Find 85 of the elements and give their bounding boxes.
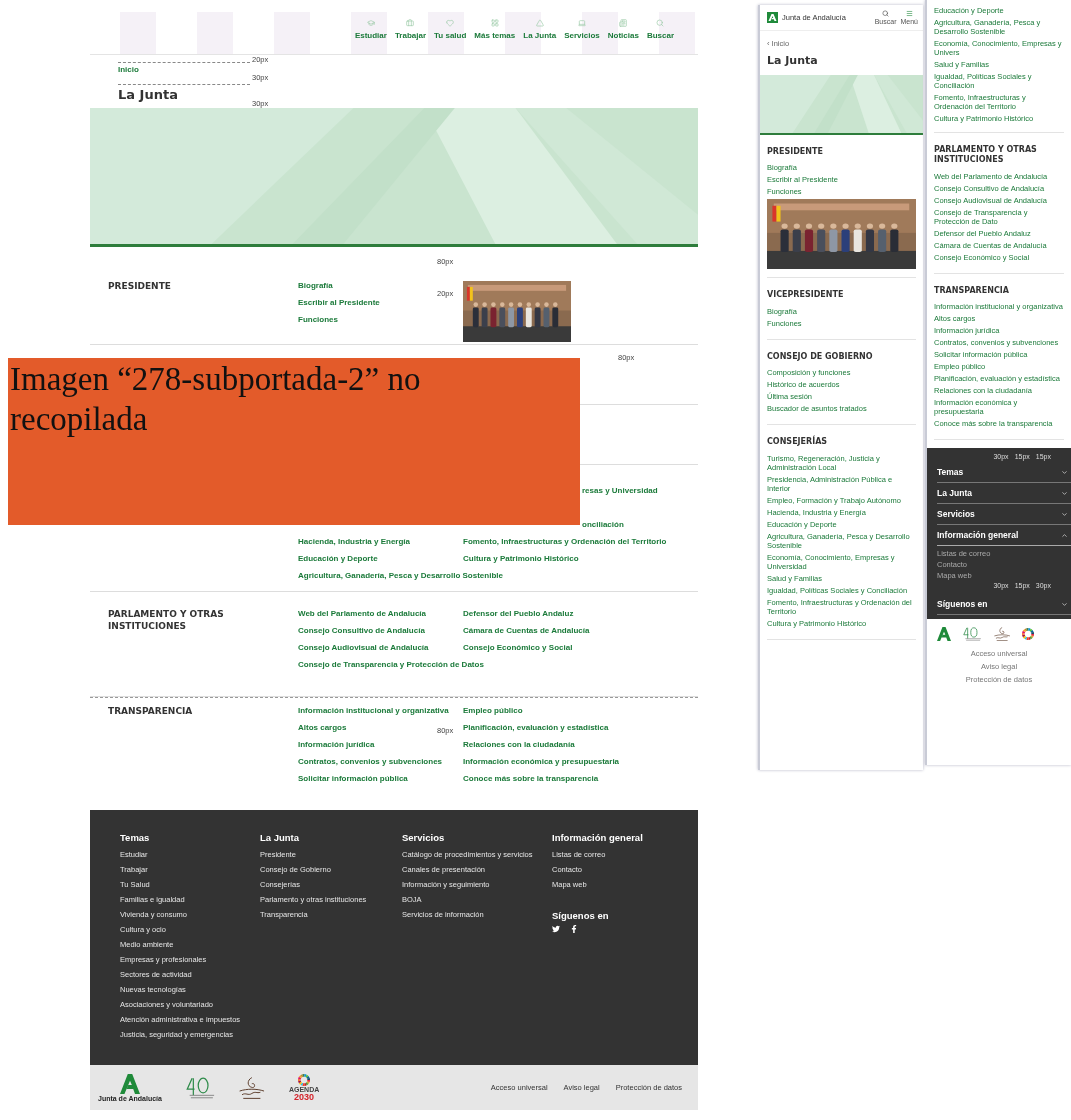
section-link[interactable]: Planificación, evaluación y estadística (463, 719, 609, 736)
andalucia-logo-icon (993, 627, 1010, 642)
section-link[interactable]: Información jurídica (298, 736, 375, 753)
search-icon (882, 10, 890, 17)
accordion-header[interactable]: Temas (937, 462, 1071, 484)
section-link[interactable]: onciliación (582, 516, 624, 533)
section-link[interactable]: Contratos, convenios y subvenciones (298, 753, 443, 770)
section-link[interactable]: Solicitar información pública (298, 770, 408, 787)
section-link[interactable]: Consejo de Transparencia y Protección de Datos (298, 656, 484, 673)
section-heading: TRANSPARENCIA (108, 706, 194, 718)
section-link[interactable]: Cultura y Patrimonio Histórico (463, 550, 579, 567)
facebook-icon[interactable] (570, 925, 578, 933)
section-heading: PARLAMENTO Y OTRAS INSTITUCIONES (108, 609, 225, 633)
junta-logo-icon (119, 1073, 140, 1094)
section-link[interactable]: Información institucional y organizativa (298, 702, 449, 719)
section-heading: PRESIDENTE (767, 147, 824, 158)
section-heading: PRESIDENTE (108, 281, 172, 293)
junta-logo-icon (937, 627, 951, 642)
sdg-wheel-icon (1022, 628, 1034, 641)
chevron-down-icon (1061, 510, 1068, 518)
newspaper-icon (619, 19, 628, 27)
section-heading: VICEPRESIDENTE (767, 290, 845, 301)
footer-heading: Servicios (402, 832, 446, 843)
page-title: La Junta (767, 54, 819, 67)
section-link[interactable]: Empleo público (463, 702, 523, 719)
breadcrumb-link[interactable]: Inicio (118, 62, 250, 74)
nav-link[interactable]: Noticias (607, 19, 639, 40)
section-link[interactable]: Fomento, Infraestructuras y Ordenación del Territorio (463, 533, 667, 550)
chevron-down-icon (1061, 489, 1068, 497)
graduation-cap-icon (366, 19, 375, 27)
section-heading: CONSEJO DE GOBIERNO (767, 351, 874, 363)
section-link[interactable]: Consejo Consultivo de Andalucía (298, 622, 425, 639)
junta-logo-icon (767, 12, 778, 23)
missing-image-message: Imagen “278-subportada-2” no recopilada (10, 360, 422, 439)
twitter-icon[interactable] (552, 925, 560, 933)
section-link[interactable]: Web del Parlamento de Andalucía (298, 605, 427, 622)
section-link[interactable]: Agricultura, Ganadería, Pesca y Desarrollo Sostenible (298, 567, 503, 584)
section-heading: CONSEJERÍAS (767, 437, 829, 448)
nav-link[interactable]: Servicios (564, 19, 600, 40)
nav-link[interactable]: La Junta (523, 19, 557, 40)
agenda-year: 2030 (294, 1092, 315, 1102)
section-link[interactable]: Relaciones con la ciudadanía (463, 736, 575, 753)
section-link[interactable]: Educación y Deporte (298, 550, 378, 567)
accordion-header[interactable]: La Junta (937, 483, 1071, 505)
section-link[interactable]: Información económica y presupuestaria (463, 753, 620, 770)
laptop-icon (577, 19, 586, 27)
andalucia-logo-icon (239, 1076, 265, 1099)
section-heading: PARLAMENTO Y OTRAS INSTITUCIONES (934, 145, 1038, 166)
section-link[interactable]: Consejo Audiovisual de Andalucía (298, 639, 429, 656)
section-link[interactable]: Defensor del Pueblo Andaluz (463, 605, 574, 622)
section-link[interactable]: Altos cargos (298, 719, 347, 736)
chevron-up-icon (1061, 531, 1068, 539)
triangle-icon (535, 19, 544, 27)
nav-link[interactable]: Buscar (646, 19, 674, 40)
nav-link[interactable]: Tu salud (434, 19, 467, 40)
footer-heading: La Junta (260, 832, 301, 843)
chevron-down-icon (1061, 600, 1068, 608)
section-link[interactable]: resas y Universidad (582, 482, 658, 499)
section-link[interactable]: Consejo Económico y Social (463, 639, 573, 656)
anniversary-logo-icon (963, 627, 982, 642)
search-icon (656, 19, 665, 27)
menu-icon (905, 10, 913, 17)
section-link[interactable]: Biografía (298, 277, 333, 294)
section-link[interactable]: Funciones (298, 311, 338, 328)
anniversary-logo-icon (185, 1076, 216, 1099)
section-heading: TRANSPARENCIA (934, 285, 1010, 297)
accordion-header[interactable]: Síguenos en (937, 594, 1071, 616)
accordion-header[interactable]: Información general (937, 525, 1071, 547)
footer-heading: Síguenos en (552, 910, 610, 921)
footer-heading: Información general (552, 832, 644, 843)
nav-link[interactable]: Estudiar (354, 19, 387, 40)
accordion-header[interactable]: Servicios (937, 504, 1071, 526)
section-link[interactable]: Conoce más sobre la transparencia (463, 770, 599, 787)
page-title: La Junta (118, 84, 250, 102)
grid-icon (490, 19, 499, 27)
nav-link[interactable]: Más temas (474, 19, 516, 40)
chevron-down-icon (1061, 468, 1068, 476)
section-link[interactable]: Cámara de Cuentas de Andalucía (463, 622, 590, 639)
briefcase-icon (406, 19, 415, 27)
section-link[interactable]: Hacienda, Industria y Energía (298, 533, 411, 550)
nav-link[interactable]: Trabajar (394, 19, 427, 40)
heart-icon (446, 19, 455, 27)
footer-heading: Temas (120, 832, 151, 843)
section-link[interactable]: Escribir al Presidente (298, 294, 380, 311)
sdg-wheel-icon (298, 1073, 311, 1086)
